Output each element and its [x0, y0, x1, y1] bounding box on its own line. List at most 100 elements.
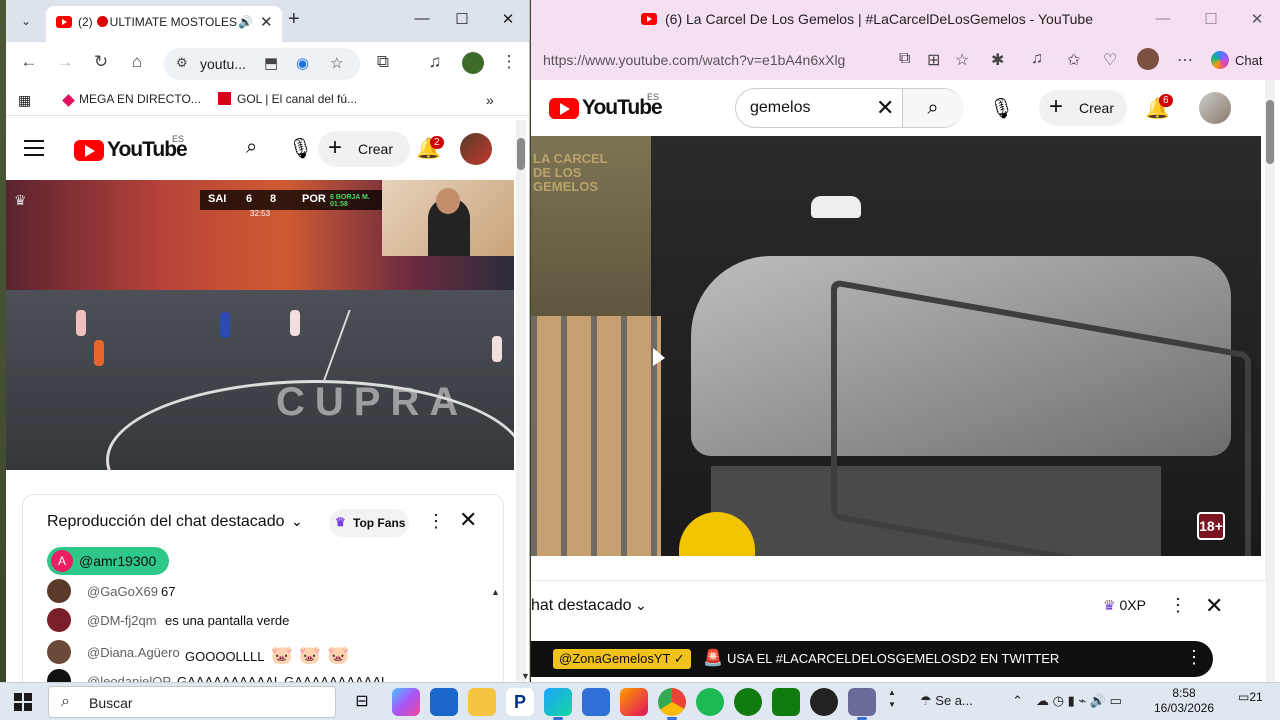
extensions-icon[interactable]: ⧉ [372, 52, 394, 72]
page-scrollbar[interactable] [1265, 80, 1275, 682]
extensions-icon[interactable]: ✱ [991, 50, 1004, 70]
pinned-banner[interactable]: @ZonaGemelosYT ✓ 🚨 USA EL #LACARCELDELOS… [531, 641, 1213, 677]
copilot-icon[interactable] [392, 688, 420, 716]
notification-center-icon[interactable]: ▭21 [1238, 690, 1263, 704]
page-scrollbar[interactable] [516, 120, 526, 682]
minimize-button[interactable]: — [1143, 10, 1183, 27]
mail-icon[interactable] [582, 688, 610, 716]
task-view-icon[interactable]: ⊟ [348, 688, 376, 716]
show-hidden-icons-icon[interactable]: ⌃ [1012, 693, 1023, 709]
chat-message[interactable]: @leodanielOP GAAAAAAAAAAL GAAAAAAAAAAL [47, 669, 487, 682]
chat-message[interactable]: @DM-fj2qm es una pantalla verde [47, 608, 487, 634]
search-box[interactable]: gemelos ✕ ⌕ [735, 88, 963, 128]
new-tab-button[interactable]: + [288, 9, 300, 29]
obs-icon[interactable] [810, 688, 838, 716]
tab-search-icon[interactable]: ⌄ [12, 8, 40, 34]
favorites-icon[interactable]: ✩ [1067, 50, 1080, 70]
youtube-favicon-icon [641, 13, 657, 25]
chevron-down-icon[interactable]: ⌄ [291, 513, 303, 530]
site-info-icon[interactable]: ⚙ [176, 55, 188, 71]
search-icon[interactable]: ⌕ [246, 136, 257, 159]
bookmark-mega[interactable]: MEGA EN DIRECTO... [62, 92, 201, 107]
bookmark-star-icon[interactable]: ☆ [330, 54, 343, 72]
media-controls-icon[interactable]: ♫ [424, 52, 446, 72]
create-button[interactable]: + Crear [318, 131, 410, 167]
page-scroll-down-icon[interactable]: ▼ [521, 671, 529, 681]
menu-kebab-icon[interactable]: ⋮ [498, 52, 520, 72]
taskbar-search[interactable]: ⌕ Buscar [48, 686, 336, 718]
tab-close-icon[interactable]: ✕ [260, 13, 273, 31]
home-icon[interactable]: ⌂ [126, 52, 148, 72]
paypal-icon[interactable]: P [506, 688, 534, 716]
copilot-icon [1211, 51, 1229, 69]
siren-icon: 🚨 [703, 650, 723, 667]
tab-youtube-live[interactable]: (2) ULTIMATE MOSTOLES 🔊 ✕ [46, 6, 282, 42]
chevron-down-icon[interactable]: ⌄ [635, 597, 647, 614]
xp-indicator[interactable]: ♛ 0XP [1103, 597, 1146, 614]
weather-widget[interactable]: ☂ Se a... [920, 693, 973, 709]
clear-search-icon[interactable]: ✕ [876, 95, 894, 121]
minimize-button[interactable]: — [402, 10, 442, 27]
start-button[interactable] [14, 693, 32, 711]
settings-more-icon[interactable]: ⋯ [1177, 50, 1193, 70]
chrome-icon[interactable] [658, 688, 686, 720]
edge-icon[interactable] [544, 688, 572, 720]
microphone-icon[interactable]: 🎙 [288, 136, 313, 161]
chat-avatar [47, 608, 71, 632]
xbox-icon[interactable] [734, 688, 762, 716]
close-window-button[interactable]: ✕ [1237, 10, 1277, 28]
forward-icon[interactable]: → [54, 52, 76, 72]
create-button[interactable]: + Crear [1039, 90, 1127, 126]
top-fans-button[interactable]: ♛ Top Fans [329, 509, 409, 537]
account-avatar[interactable] [1199, 92, 1231, 124]
video-player[interactable]: LA CARCEL DE LOS GEMELOS 18+ [531, 136, 1261, 556]
banner-kebab-icon[interactable]: ⋮ [1185, 647, 1203, 668]
lens-icon[interactable]: ◉ [296, 54, 309, 72]
pinned-user-chip[interactable]: A @amr19300 [47, 547, 169, 575]
reload-icon[interactable]: ↻ [90, 52, 112, 72]
address-url[interactable]: https://www.youtube.com/watch?v=e1bA4n6x… [543, 52, 845, 68]
more-bookmarks-icon[interactable]: » [486, 92, 494, 108]
microsoft-store-icon[interactable] [430, 688, 458, 716]
microphone-icon[interactable]: 🎙 [989, 96, 1014, 121]
install-app-icon[interactable]: ⬒ [264, 54, 278, 72]
address-bar[interactable]: ⚙ youtu... ⬒ ◉ ☆ [164, 48, 360, 80]
maximize-button[interactable]: ☐ [442, 10, 482, 28]
clock[interactable]: 8:58 16/03/2026 [1152, 686, 1216, 716]
translate-icon[interactable]: ⧉ [899, 50, 910, 68]
taskbar-scroll-icon[interactable]: ▲ ▼ [888, 687, 896, 711]
chat-message[interactable]: @GaGoX69 67 [47, 579, 487, 605]
copilot-chat-button[interactable]: Chat [1211, 51, 1262, 69]
back-icon[interactable]: ← [18, 52, 40, 72]
pinned-app-icon[interactable] [848, 688, 876, 720]
close-window-button[interactable]: ✕ [488, 10, 528, 28]
maximize-button[interactable]: ☐ [1191, 10, 1231, 28]
chat-menu-kebab-icon[interactable]: ⋮ [1169, 595, 1187, 616]
speaker-icon[interactable]: 🔊 [238, 15, 253, 29]
search-input[interactable]: gemelos [750, 99, 810, 117]
app-available-icon[interactable]: ⊞ [927, 50, 940, 70]
bookmark-gol[interactable]: GOL | El canal del fú... [218, 92, 357, 106]
apps-grid-icon[interactable]: ▦ [18, 92, 31, 109]
youtube-favicon-icon [56, 16, 72, 28]
music-extension-icon[interactable]: ♫ [1031, 50, 1043, 68]
chat-close-icon[interactable]: ✕ [459, 507, 477, 533]
chat-menu-kebab-icon[interactable]: ⋮ [427, 511, 445, 532]
spotify-icon[interactable] [696, 688, 724, 716]
menu-hamburger-icon[interactable] [24, 140, 44, 161]
chat-scroll-up-icon[interactable]: ▲ [491, 587, 500, 597]
browser-essentials-icon[interactable]: ♡ [1103, 50, 1117, 70]
tab-title: ULTIMATE MOSTOLES [109, 15, 238, 29]
account-avatar[interactable] [460, 133, 492, 165]
xbox-app-icon[interactable] [772, 688, 800, 716]
file-explorer-icon[interactable] [468, 688, 496, 716]
profile-avatar[interactable] [462, 52, 484, 74]
tray-app-icons[interactable]: ☁ ◷ ▮ ⌁ 🔊 ▭ [1036, 693, 1122, 709]
profile-avatar[interactable] [1137, 48, 1159, 70]
chat-message[interactable]: @Diana.Agüero GOOOOLLLL 🐷 🐷 🐷 [47, 640, 487, 666]
favorite-star-icon[interactable]: ☆ [955, 50, 969, 70]
firefox-icon[interactable] [620, 688, 648, 716]
video-player[interactable]: CUPRA SAI 6 8 POR 6 BORJA M. 01:58 32:53… [6, 180, 514, 470]
search-icon[interactable]: ⌕ [902, 89, 963, 127]
chat-close-icon[interactable]: ✕ [1205, 593, 1223, 619]
